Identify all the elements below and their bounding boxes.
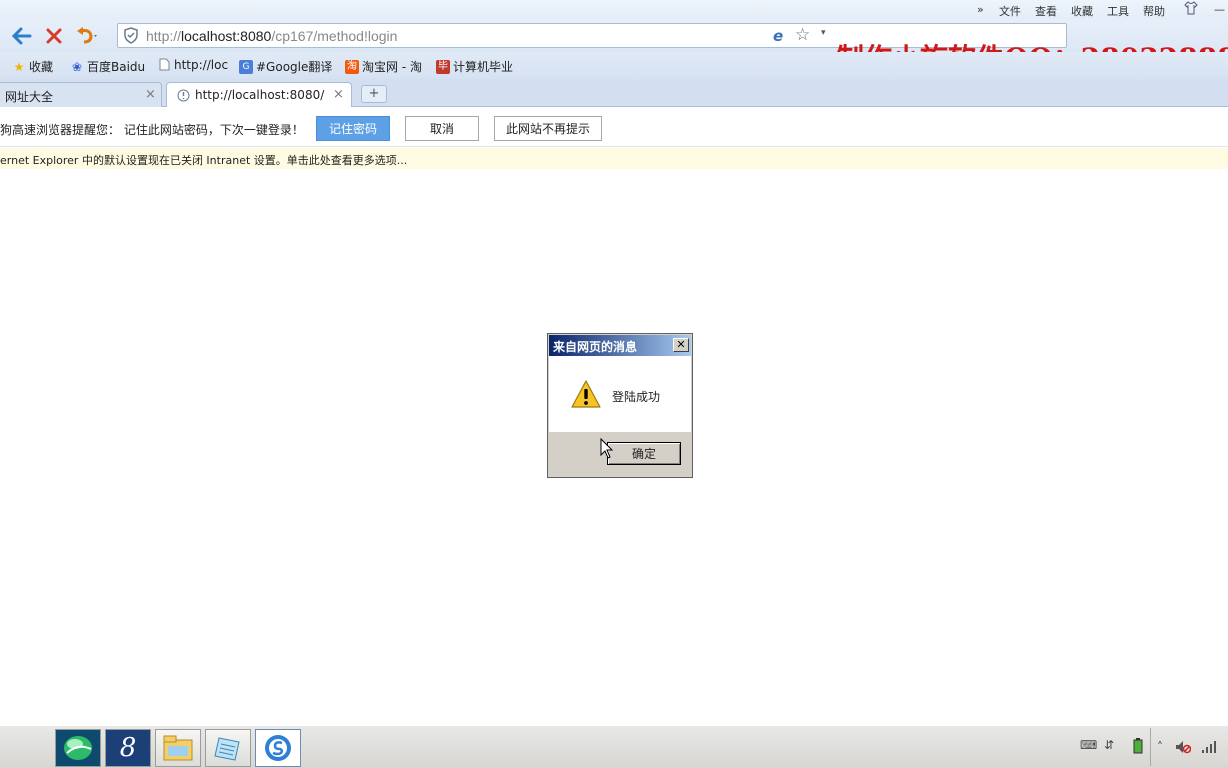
- tab-directory[interactable]: 网址大全 ×: [0, 82, 162, 107]
- menu-favorites[interactable]: 收藏: [1071, 3, 1093, 19]
- explorer-icon[interactable]: [155, 729, 201, 767]
- shirt-icon[interactable]: [1184, 1, 1198, 18]
- translate-icon: G: [239, 59, 253, 74]
- dialog-message: 登陆成功: [612, 390, 661, 404]
- menu-strip: » 文件 查看 收藏 工具 帮助 —: [0, 0, 1228, 20]
- star-icon[interactable]: ☆: [795, 25, 810, 45]
- volume-muted-icon[interactable]: [1175, 740, 1192, 757]
- navigation-bar: http://localhost:8080/cp167/method!login…: [0, 20, 1228, 75]
- warning-icon: [570, 379, 602, 412]
- ok-button[interactable]: 确定: [607, 442, 681, 465]
- show-hidden-icon[interactable]: ˄: [1157, 740, 1163, 754]
- never-prompt-button[interactable]: 此网站不再提示: [494, 116, 602, 141]
- bookmark-baidu[interactable]: ❀ 百度Baidu: [70, 58, 145, 75]
- ie8-icon[interactable]: 8: [105, 729, 151, 767]
- password-prompt-text: 狗高速浏览器提醒您： 记住此网站密码，下次一键登录！: [0, 123, 304, 137]
- dialog-body: 登陆成功: [549, 356, 691, 432]
- bookmark-taobao[interactable]: 淘淘宝网 - 淘: [345, 58, 422, 75]
- usb-icon[interactable]: ⇵: [1104, 738, 1114, 752]
- bi-icon: 毕: [436, 59, 450, 74]
- keyboard-icon[interactable]: ⌨: [1080, 738, 1097, 752]
- back-arrow-icon[interactable]: [9, 23, 35, 49]
- undo-icon[interactable]: [74, 23, 100, 49]
- intranet-info-bar[interactable]: ernet Explorer 中的默认设置现在已关闭 Intranet 设置。单…: [0, 148, 1228, 169]
- taobao-icon: 淘: [345, 59, 359, 74]
- battery-icon[interactable]: [1132, 738, 1144, 757]
- paw-icon: ❀: [71, 59, 83, 74]
- menu-view[interactable]: 查看: [1035, 3, 1057, 19]
- alert-dialog: 来自网页的消息 ✕ 登陆成功 确定: [547, 333, 693, 478]
- bookmark-localhost[interactable]: http://loc: [157, 58, 228, 72]
- notepad-icon[interactable]: [205, 729, 251, 767]
- cancel-button[interactable]: 取消: [405, 116, 479, 141]
- close-icon[interactable]: ×: [333, 87, 344, 102]
- star-icon: ★: [13, 59, 25, 74]
- bookmarks-bar: ★ 收藏 ❀ 百度Baidu http://loc G #Google翻译 淘淘宝网 …: [0, 52, 1228, 79]
- shield-icon: [123, 27, 139, 47]
- menu-tools[interactable]: 工具: [1107, 3, 1129, 19]
- dialog-title-bar[interactable]: 来自网页的消息 ✕: [549, 335, 691, 356]
- close-icon[interactable]: ✕: [673, 338, 689, 352]
- orb-icon[interactable]: [55, 729, 101, 767]
- bookmark-google-translate[interactable]: G #Google翻译: [239, 58, 332, 75]
- bookmark-favorites[interactable]: ★ 收藏: [12, 58, 53, 75]
- remember-password-button[interactable]: 记住密码: [316, 116, 390, 141]
- minimize-button[interactable]: —: [1214, 3, 1225, 16]
- close-icon[interactable]: ×: [145, 87, 156, 102]
- menu-chevron[interactable]: »: [977, 3, 984, 16]
- menu-file[interactable]: 文件: [999, 3, 1021, 19]
- sogou-browser-icon[interactable]: [255, 729, 301, 767]
- taskbar: 8 ⌨ ⇵ ˄: [0, 725, 1228, 768]
- bookmark-graduation[interactable]: 毕计算机毕业: [436, 58, 513, 75]
- page-globe-icon: [177, 89, 190, 105]
- ie-icon[interactable]: e: [773, 27, 783, 45]
- system-tray: ˄: [1150, 728, 1228, 766]
- dialog-title: 来自网页的消息: [553, 340, 638, 354]
- stop-x-icon[interactable]: [41, 23, 67, 49]
- tab-localhost[interactable]: http://localhost:8080/c ×: [166, 82, 352, 107]
- network-icon[interactable]: [1201, 740, 1217, 757]
- new-tab-button[interactable]: +: [361, 85, 387, 103]
- mouse-cursor-icon: [600, 437, 614, 463]
- page-icon: [157, 58, 171, 72]
- menu-help[interactable]: 帮助: [1143, 3, 1165, 19]
- password-save-bar: 狗高速浏览器提醒您： 记住此网站密码，下次一键登录！ 记住密码 取消 此网站不再…: [0, 107, 1228, 147]
- dropdown-icon[interactable]: ▾: [821, 28, 826, 38]
- tab-bar: 网址大全 × http://localhost:8080/c × +: [0, 79, 1228, 107]
- address-url: http://localhost:8080/cp167/method!login: [146, 28, 398, 44]
